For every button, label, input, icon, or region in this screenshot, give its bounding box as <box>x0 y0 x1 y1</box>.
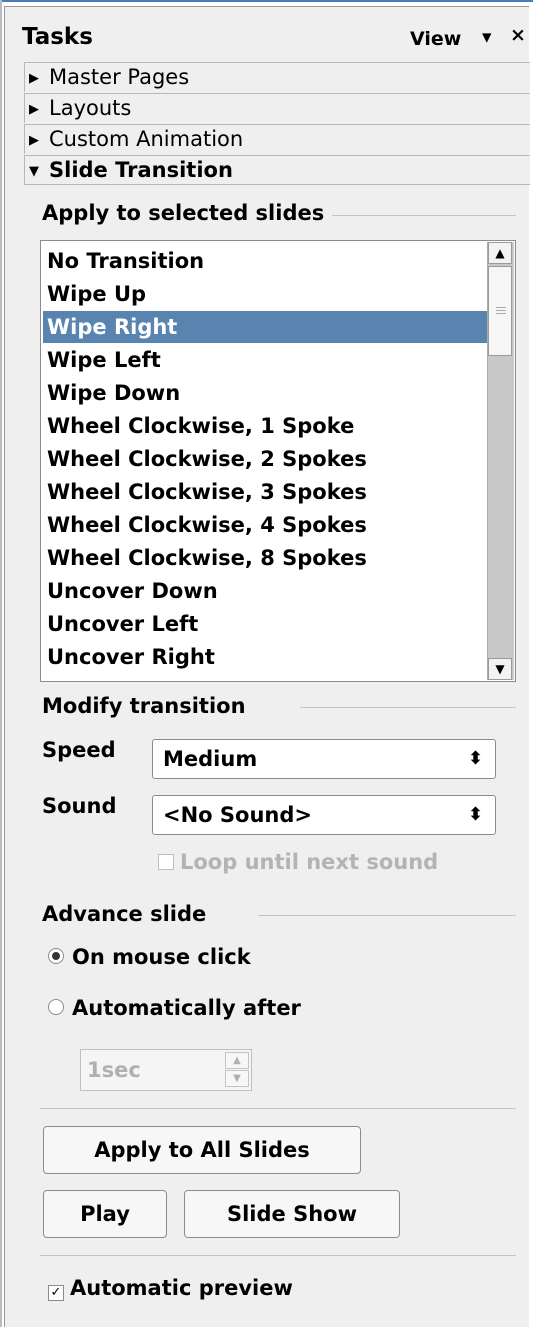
radio-icon <box>48 999 64 1015</box>
auto-label: Automatically after <box>72 996 301 1020</box>
modify-group-label: Modify transition <box>42 694 254 718</box>
auto-time-value: 1sec <box>87 1058 141 1082</box>
close-icon[interactable]: × <box>510 24 526 46</box>
on-click-label: On mouse click <box>72 945 251 969</box>
section-slide-transition[interactable]: ▼ Slide Transition <box>24 155 530 185</box>
list-item[interactable]: Uncover Down <box>43 575 491 607</box>
group-divider <box>320 215 516 216</box>
section-label: Master Pages <box>49 65 190 89</box>
list-item[interactable]: Wipe Up <box>43 278 491 310</box>
preview-label: Automatic preview <box>70 1276 293 1300</box>
section-label: Slide Transition <box>49 158 233 182</box>
list-scrollbar[interactable]: ▲ ▼ <box>487 242 514 680</box>
panel-title: Tasks <box>22 24 93 50</box>
section-custom-animation[interactable]: ▶ Custom Animation <box>24 124 530 154</box>
auto-time-spinner[interactable]: 1sec ▲ ▼ <box>80 1049 252 1091</box>
play-button[interactable]: Play <box>43 1190 167 1238</box>
spin-down-icon[interactable]: ▼ <box>225 1070 249 1087</box>
collapse-triangle-icon: ▼ <box>29 164 39 179</box>
sound-select[interactable]: <No Sound> ⬍ <box>152 795 496 835</box>
list-item[interactable]: Wipe Down <box>43 377 491 409</box>
speed-label: Speed <box>42 738 116 762</box>
divider <box>40 1108 516 1109</box>
radio-automatically-after[interactable]: Automatically after <box>48 996 301 1020</box>
scroll-thumb[interactable] <box>488 266 512 356</box>
sound-value: <No Sound> <box>163 803 312 827</box>
updown-arrows-icon: ⬍ <box>467 804 483 825</box>
spin-up-icon[interactable]: ▲ <box>225 1052 249 1069</box>
section-master-pages[interactable]: ▶ Master Pages <box>24 62 530 92</box>
list-item[interactable]: No Transition <box>43 245 491 277</box>
list-item[interactable]: Wheel Clockwise, 8 Spokes <box>43 542 491 574</box>
chevron-down-icon[interactable]: ▾ <box>482 26 492 48</box>
loop-label: Loop until next sound <box>180 850 439 874</box>
apply-to-all-slides-button[interactable]: Apply to All Slides <box>43 1126 361 1174</box>
speed-select[interactable]: Medium ⬍ <box>152 739 496 779</box>
checkmark-icon: ✓ <box>48 1285 64 1301</box>
spinner-buttons[interactable]: ▲ ▼ <box>225 1052 249 1088</box>
section-label: Layouts <box>49 96 132 120</box>
divider <box>40 1255 516 1256</box>
transition-list[interactable]: No Transition Wipe Up Wipe Right Wipe Le… <box>40 240 516 682</box>
loop-sound-checkbox[interactable]: Loop until next sound <box>158 850 438 874</box>
window-top-border <box>0 0 533 2</box>
view-menu-button[interactable]: View <box>410 28 461 50</box>
list-item[interactable]: Wheel Clockwise, 4 Spokes <box>43 509 491 541</box>
advance-group-label: Advance slide <box>42 902 215 926</box>
group-divider <box>300 707 516 708</box>
updown-arrows-icon: ⬍ <box>467 748 483 769</box>
sound-label: Sound <box>42 794 117 818</box>
radio-selected-icon <box>48 948 64 964</box>
speed-value: Medium <box>163 747 258 771</box>
list-item[interactable]: Wheel Clockwise, 1 Spoke <box>43 410 491 442</box>
expand-triangle-icon: ▶ <box>29 102 39 117</box>
list-item-selected[interactable]: Wipe Right <box>43 311 491 343</box>
list-item[interactable]: Uncover Right <box>43 641 491 673</box>
checkbox-icon <box>158 854 174 870</box>
scroll-up-icon[interactable]: ▲ <box>488 242 512 264</box>
list-item[interactable]: Wheel Clockwise, 3 Spokes <box>43 476 491 508</box>
apply-group-label: Apply to selected slides <box>42 201 333 225</box>
section-label: Custom Animation <box>49 127 244 151</box>
expand-triangle-icon: ▶ <box>29 133 39 148</box>
panel-header: Tasks View ▾ × <box>22 20 530 60</box>
list-item[interactable]: Uncover Left <box>43 608 491 640</box>
group-divider <box>258 915 516 916</box>
list-item[interactable]: Wheel Clockwise, 2 Spokes <box>43 443 491 475</box>
expand-triangle-icon: ▶ <box>29 71 39 86</box>
scroll-down-icon[interactable]: ▼ <box>488 658 512 680</box>
radio-on-mouse-click[interactable]: On mouse click <box>48 945 251 969</box>
section-layouts[interactable]: ▶ Layouts <box>24 93 530 123</box>
list-item[interactable]: Wipe Left <box>43 344 491 376</box>
window-left-border <box>0 0 2 1327</box>
slide-show-button[interactable]: Slide Show <box>184 1190 400 1238</box>
automatic-preview-checkbox[interactable]: ✓ Automatic preview <box>48 1276 293 1301</box>
